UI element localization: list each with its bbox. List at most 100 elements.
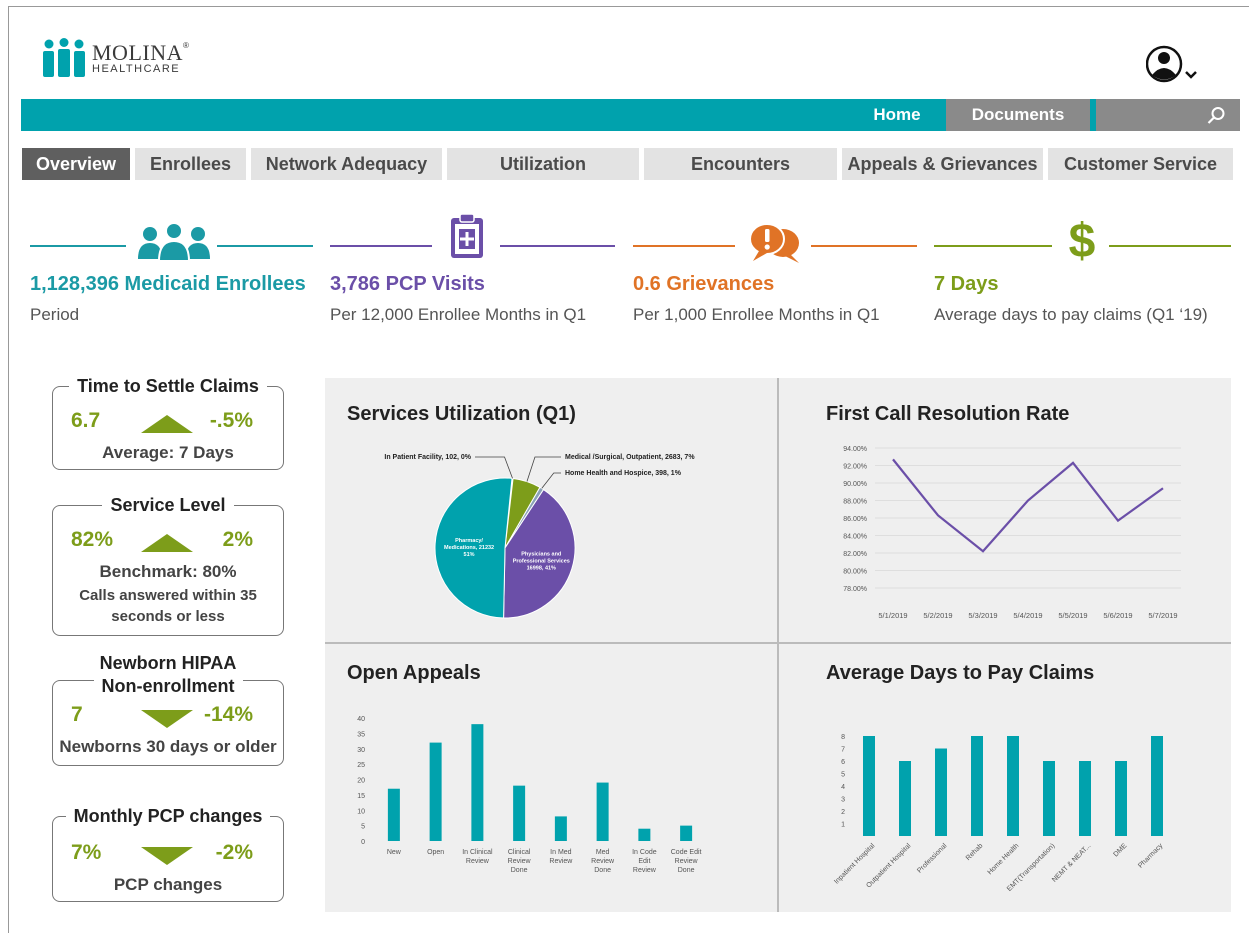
metric-left-value: 6.7 xyxy=(71,409,101,432)
y-tick-label: 1 xyxy=(841,822,845,829)
trend-down-icon xyxy=(141,847,193,865)
appeals-bar-chart: 40 35 30 25 20 15 10 5 0 New Open In Clinical Review… xyxy=(357,716,702,874)
fcr-line-chart: 94.00% 92.00% 90.00% 88.00% 86.00% 84.00% 82.0… xyxy=(843,446,1181,620)
y-tick-label: 94.00% xyxy=(843,446,867,453)
svg-text:$: $ xyxy=(1069,215,1096,263)
x-tick-label: 5/1/2019 xyxy=(878,611,907,620)
nav-documents[interactable]: Documents xyxy=(946,99,1090,131)
leader-line xyxy=(541,472,561,489)
metric-title: Service Level xyxy=(102,495,234,515)
tab-encounters[interactable]: Encounters xyxy=(644,148,837,180)
y-tick-label: 5 xyxy=(841,772,845,779)
y-tick-label: 40 xyxy=(357,716,365,723)
metric-right-value: -.5% xyxy=(209,409,253,432)
bar xyxy=(863,736,875,836)
chart-title-appeals: Open Appeals xyxy=(347,662,481,684)
metric-title: Time to Settle Claims xyxy=(69,376,267,396)
kpi-value: 0.6 Grievances xyxy=(633,273,775,295)
tab-utilization[interactable]: Utilization xyxy=(447,148,639,180)
x-tick-label: 5/4/2019 xyxy=(1013,611,1042,620)
days-bar-chart: 87654321Inpatient HospitalOutpatient Hos… xyxy=(833,734,1165,893)
x-tick-label: 5/6/2019 xyxy=(1103,611,1132,620)
y-tick-label: 0 xyxy=(361,839,365,846)
pie-label: Medical /Surgical, Outpatient, 2683, 7% xyxy=(565,454,695,461)
molina-logo[interactable]: MOLINA® HEALTHCARE xyxy=(40,38,189,78)
metric-desc: Average: 7 Days xyxy=(102,443,234,462)
chevron-down-icon xyxy=(1185,71,1197,79)
tab-customer-service[interactable]: Customer Service xyxy=(1048,148,1233,180)
x-tick-label: Pharmacy xyxy=(1137,842,1165,870)
y-tick-label: 20 xyxy=(357,778,365,785)
y-tick-label: 92.00% xyxy=(843,464,867,471)
x-tick-label: 5/5/2019 xyxy=(1058,611,1087,620)
y-tick-label: 2 xyxy=(841,809,845,816)
y-tick-label: 4 xyxy=(841,784,845,791)
x-tick-label: In Med Review xyxy=(549,849,573,865)
kpi-line xyxy=(330,245,432,247)
trend-up-icon xyxy=(141,415,193,433)
y-tick-label: 78.00% xyxy=(843,586,867,593)
metric-left-value: 82% xyxy=(71,528,114,551)
y-tick-label: 84.00% xyxy=(843,534,867,541)
x-tick-label: Home Health xyxy=(987,842,1021,876)
pie-label: Home Health and Hospice, 398, 1% xyxy=(565,470,682,477)
kpi-line xyxy=(1109,245,1231,247)
chart-title-fcr: First Call Resolution Rate xyxy=(826,403,1070,425)
bar xyxy=(513,785,526,841)
tab-appeals-grievances[interactable]: Appeals & Grievances xyxy=(842,148,1043,180)
search-button[interactable] xyxy=(1096,99,1240,131)
metric-title: Monthly PCP changes xyxy=(65,806,271,826)
x-tick-label: Code Edit Review Done xyxy=(671,849,702,874)
pie-label: In Patient Facility, 102, 0% xyxy=(384,454,471,461)
user-avatar-icon xyxy=(1145,45,1183,83)
clipboard-icon xyxy=(451,213,483,258)
metric-left-value: 7% xyxy=(71,841,102,864)
metric-desc-line: seconds or less xyxy=(111,608,225,625)
bar xyxy=(1115,761,1127,836)
x-tick-label: Open xyxy=(427,849,444,856)
bar xyxy=(596,782,609,841)
y-tick-label: 30 xyxy=(357,747,365,754)
y-tick-label: 10 xyxy=(357,808,365,815)
kpi-line xyxy=(811,245,917,247)
kpi-value: 7 Days xyxy=(934,273,999,295)
x-tick-label: Rehab xyxy=(965,842,985,862)
bar xyxy=(1007,736,1019,836)
user-menu[interactable] xyxy=(1145,44,1206,84)
bar xyxy=(680,825,693,841)
y-tick-label: 88.00% xyxy=(843,499,867,506)
metric-desc: Newborns 30 days or older xyxy=(59,737,277,756)
metric-left-value: 7 xyxy=(71,703,83,726)
bar xyxy=(971,736,983,836)
chart-title-days: Average Days to Pay Claims xyxy=(826,662,1095,684)
x-tick-label: Clinical Review Done xyxy=(508,849,532,874)
y-tick-label: 80.00% xyxy=(843,569,867,576)
metric-newborn-hipaa: Newborn HIPAA Non-enrollment 7 -14% Newb… xyxy=(52,653,284,766)
nav-home[interactable]: Home xyxy=(859,99,935,131)
trend-down-icon xyxy=(141,710,193,728)
tab-overview[interactable]: Overview xyxy=(22,148,130,180)
kpi-line xyxy=(934,245,1052,247)
metric-desc-line: Calls answered within 35 xyxy=(79,587,257,604)
metric-right-value: 2% xyxy=(222,528,253,551)
bar xyxy=(638,828,651,841)
registered-mark: ® xyxy=(183,40,189,50)
x-tick-label: Med Review Done xyxy=(591,849,615,874)
y-tick-label: 86.00% xyxy=(843,516,867,523)
kpi-line xyxy=(30,245,126,247)
tab-network-adequacy[interactable]: Network Adequacy xyxy=(251,148,442,180)
y-tick-label: 25 xyxy=(357,762,365,769)
y-tick-label: 8 xyxy=(841,734,845,741)
brand-sub: HEALTHCARE xyxy=(92,62,181,75)
bar xyxy=(899,761,911,836)
series-line xyxy=(892,458,1164,553)
metric-monthly-pcp-changes: Monthly PCP changes 7% -2% PCP changes xyxy=(52,806,284,902)
x-tick-label: In Code Edit Review xyxy=(632,849,657,874)
metric-title-line2: Non-enrollment xyxy=(93,676,243,696)
bar xyxy=(471,724,484,841)
tab-enrollees[interactable]: Enrollees xyxy=(135,148,246,180)
x-tick-label: In Clinical Review xyxy=(462,849,493,865)
y-tick-label: 7 xyxy=(841,747,845,754)
dollar-icon: $ xyxy=(1069,215,1096,263)
services-pie-chart: In Patient Facility, 102, 0% Medical /Sur… xyxy=(384,454,695,619)
